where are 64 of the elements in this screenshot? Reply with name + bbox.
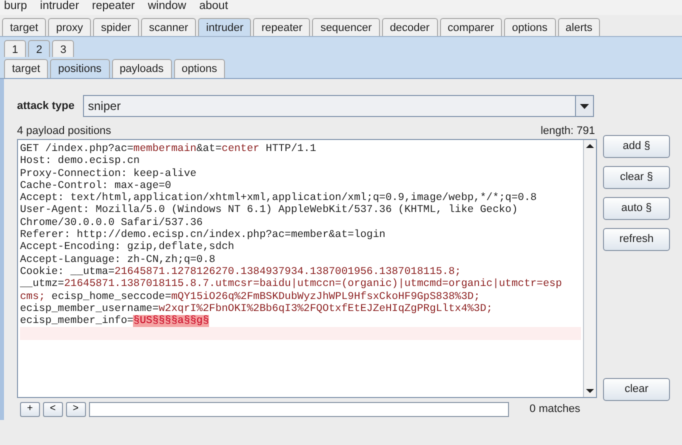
tab[interactable]: decoder xyxy=(382,18,438,36)
request-text: HTTP/1.1 xyxy=(264,143,316,155)
request-text: Accept-Language: zh-CN,zh;q=0.8 xyxy=(20,254,216,266)
menu-item[interactable]: intruder xyxy=(40,0,80,15)
parameter-value: w2xqrI%2FbnOKI%2Bb6qI3%2FQOtxfEtEJZeHIqZgPRgLltx4%3D; xyxy=(158,302,493,315)
request-text: &at= xyxy=(196,143,222,155)
request-text: Chrome/30.0.0.0 Safari/537.36 xyxy=(20,216,203,229)
tab[interactable]: alerts xyxy=(558,18,600,36)
parameter-value: cms; xyxy=(20,290,46,303)
action-button[interactable]: clear § xyxy=(603,166,670,189)
tab[interactable]: repeater xyxy=(253,18,310,36)
menu-item[interactable]: burp xyxy=(4,0,28,15)
parameter-value: membermain xyxy=(133,143,196,155)
action-button[interactable]: add § xyxy=(603,135,670,158)
payload-count: 4 payload positions xyxy=(17,125,112,138)
match-count: 0 matches xyxy=(530,402,580,417)
tab[interactable]: target xyxy=(2,18,46,36)
search-field[interactable] xyxy=(88,402,509,417)
tab[interactable]: scanner xyxy=(141,18,196,36)
request-text: Cookie: __utma= xyxy=(20,266,115,278)
request-text: Proxy-Connection: keep-alive xyxy=(20,168,196,180)
request-text: GET /index.php?ac= xyxy=(20,143,134,155)
action-button[interactable]: refresh xyxy=(603,228,670,251)
attack-type-dropdown[interactable]: sniper xyxy=(83,95,594,117)
tab[interactable]: 1 xyxy=(4,40,26,57)
request-text: Cache-Control: max-age=0 xyxy=(20,180,172,192)
attack-type-label: attack type xyxy=(17,98,76,114)
tab[interactable]: options xyxy=(504,18,556,36)
tab[interactable]: positions xyxy=(50,59,110,78)
search-nav-button[interactable]: + xyxy=(20,402,40,417)
search-nav-button[interactable]: > xyxy=(66,402,86,417)
request-text: Accept: text/html,application/xhtml+xml,application/xml;q=0.9,image/webp,*/*;q=0.8 xyxy=(20,192,537,204)
request-editor[interactable] xyxy=(17,139,597,398)
request-text: __utmz= xyxy=(20,278,64,290)
caret-icon xyxy=(580,104,589,108)
request-text: ecisp_home_seccode= xyxy=(50,290,172,303)
parameter-value: mQY15iO26q%2FmBSKDubWyzJhWPL9HfsxCkoHF9GpS838%3D; xyxy=(171,290,480,303)
tab[interactable]: options xyxy=(174,59,226,78)
request-text: ecisp_member_info= xyxy=(20,315,134,328)
request-length: length: 791 xyxy=(540,125,595,138)
menu-item[interactable]: window xyxy=(148,0,186,15)
parameter-value: 21645871.1387018115.8.7.utmcsr=baidu|utmccn=(organic)|utmcmd=organic|utmctr=esp xyxy=(64,278,562,290)
tab[interactable]: spider xyxy=(93,18,140,36)
action-button[interactable]: auto § xyxy=(603,197,670,220)
parameter-value: center xyxy=(222,143,260,155)
menu-item[interactable]: repeater xyxy=(92,0,135,15)
tab[interactable]: 3 xyxy=(52,40,74,57)
tab[interactable]: comparer xyxy=(440,18,502,36)
clear-button[interactable]: clear xyxy=(603,378,670,401)
tab[interactable]: target xyxy=(4,59,48,78)
request-text: Accept-Encoding: gzip,deflate,sdch xyxy=(20,241,234,254)
tab[interactable]: sequencer xyxy=(312,18,380,36)
scrollbar[interactable] xyxy=(583,140,596,397)
search-nav-button[interactable]: < xyxy=(42,402,63,417)
request-text: Host: demo.ecisp.cn xyxy=(20,155,140,168)
request-text: ecisp_member_username= xyxy=(20,302,159,315)
request-text: Referer: http://demo.ecisp.cn/index.php?ac=member&at=login xyxy=(20,229,386,242)
tab[interactable]: intruder xyxy=(198,18,252,36)
tab[interactable]: proxy xyxy=(48,18,92,36)
menu-item[interactable]: about xyxy=(199,0,228,15)
request-text: User-Agent: Mozilla/5.0 (Windows NT 6.1) AppleWebKit/537.36 (KHTML, like Gecko) xyxy=(20,204,518,216)
parameter-value: 21645871.1278126270.1384937934.1387001956.1387018115.8; xyxy=(114,266,462,278)
tab[interactable]: payloads xyxy=(112,59,172,78)
tab[interactable]: 2 xyxy=(28,40,50,57)
